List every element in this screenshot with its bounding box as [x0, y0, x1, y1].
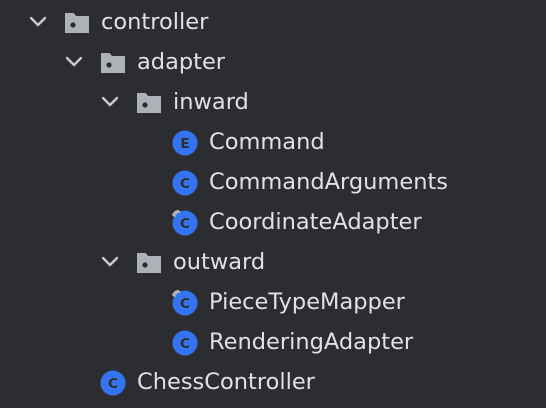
enum-icon: E [172, 130, 198, 156]
tree-node-label: controller [101, 9, 209, 35]
tree-node-chess-controller[interactable]: C ChessController [0, 362, 546, 402]
tree-node-command-arguments[interactable]: C CommandArguments [0, 162, 546, 202]
class-icon: C [172, 210, 198, 236]
package-folder-icon [137, 253, 161, 273]
class-icon: C [172, 290, 198, 316]
package-folder-icon [101, 53, 125, 73]
tree-node-label: CoordinateAdapter [209, 209, 422, 235]
tree-node-rendering-adapter[interactable]: C RenderingAdapter [0, 322, 546, 362]
chevron-down-icon[interactable] [98, 90, 122, 114]
package-folder-icon [137, 93, 161, 113]
tree-node-label: PieceTypeMapper [209, 289, 405, 315]
icon-letter: C [180, 176, 190, 192]
tree-node-coordinate-adapter[interactable]: C CoordinateAdapter [0, 202, 546, 242]
icon-letter: C [108, 376, 118, 392]
chevron-down-icon[interactable] [26, 10, 50, 34]
package-folder-icon [65, 13, 89, 33]
tree-node-command[interactable]: E Command [0, 122, 546, 162]
icon-letter: C [180, 216, 190, 232]
chevron-down-icon[interactable] [62, 50, 86, 74]
tree-node-label: CommandArguments [209, 169, 448, 195]
tree-node-outward[interactable]: outward [0, 242, 546, 282]
class-icon: C [172, 330, 198, 356]
tree-node-label: inward [173, 89, 249, 115]
tree-node-label: outward [173, 249, 266, 275]
tree-node-adapter[interactable]: adapter [0, 42, 546, 82]
tree-node-label: RenderingAdapter [209, 329, 414, 355]
tree-node-label: Command [209, 129, 325, 155]
tree-node-controller[interactable]: controller [0, 2, 546, 42]
class-icon: C [100, 370, 126, 396]
chevron-down-icon[interactable] [98, 250, 122, 274]
project-tree: controller adapter inward E Command C Co… [0, 0, 546, 408]
tree-node-inward[interactable]: inward [0, 82, 546, 122]
tree-node-label: ChessController [137, 369, 315, 395]
icon-letter: E [180, 136, 189, 152]
tree-node-piece-type-mapper[interactable]: C PieceTypeMapper [0, 282, 546, 322]
icon-letter: C [180, 336, 190, 352]
class-icon: C [172, 170, 198, 196]
icon-letter: C [180, 296, 190, 312]
tree-node-label: adapter [137, 49, 226, 75]
